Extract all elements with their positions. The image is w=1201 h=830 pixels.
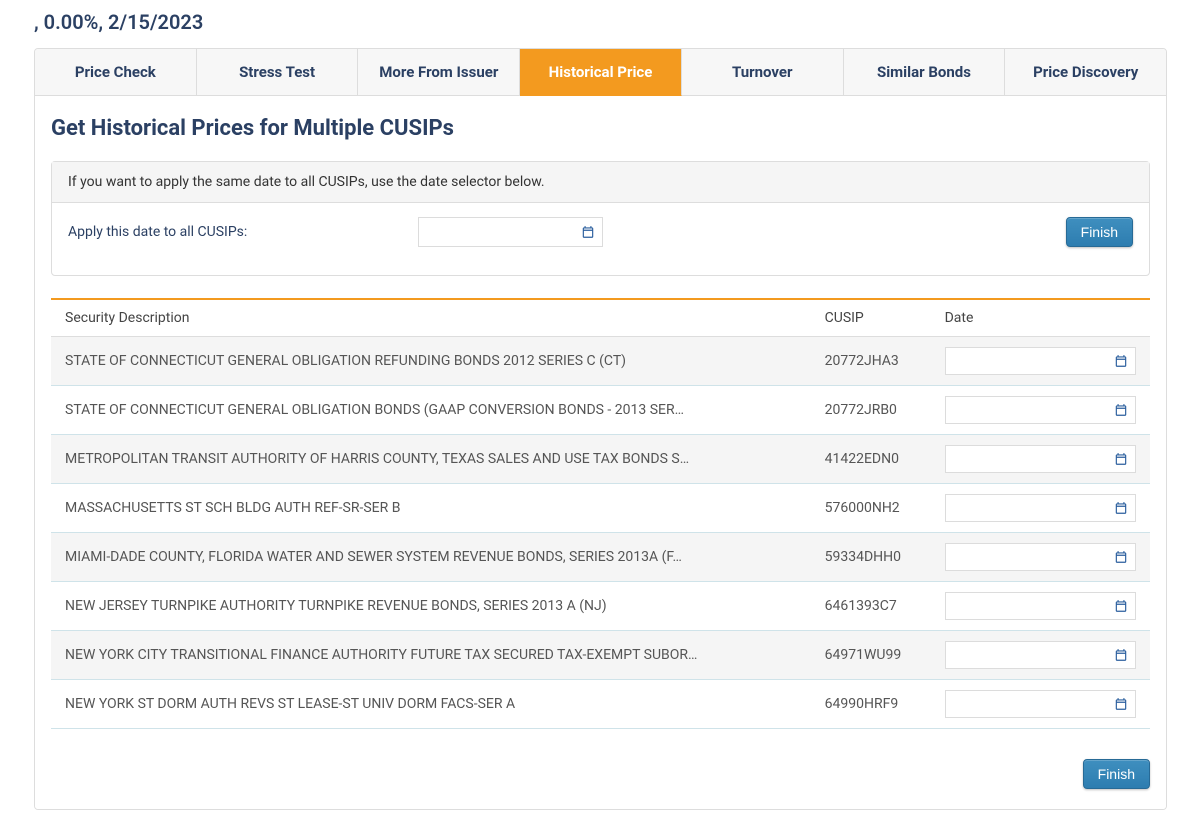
row-date-wrap (945, 592, 1136, 620)
security-description: NEW YORK CITY TRANSITIONAL FINANCE AUTHO… (65, 647, 745, 663)
row-date-wrap (945, 690, 1136, 718)
row-date-input[interactable] (945, 543, 1136, 571)
table-row: STATE OF CONNECTICUT GENERAL OBLIGATION … (51, 337, 1150, 386)
apply-date-label: Apply this date to all CUSIPs: (68, 224, 398, 240)
table-row: NEW YORK ST DORM AUTH REVS ST LEASE-ST U… (51, 680, 1150, 729)
table-row: MIAMI-DADE COUNTY, FLORIDA WATER AND SEW… (51, 533, 1150, 582)
table-row: METROPOLITAN TRANSIT AUTHORITY OF HARRIS… (51, 435, 1150, 484)
apply-date-panel: If you want to apply the same date to al… (51, 161, 1150, 276)
security-description: METROPOLITAN TRANSIT AUTHORITY OF HARRIS… (65, 451, 745, 467)
tab-price-discovery[interactable]: Price Discovery (1005, 49, 1166, 96)
tab-stress-test[interactable]: Stress Test (197, 49, 359, 96)
row-date-wrap (945, 445, 1136, 473)
page-title: , 0.00%, 2/15/2023 (34, 10, 1167, 34)
cusip-value: 20772JRB0 (811, 386, 931, 435)
row-date-wrap (945, 396, 1136, 424)
row-date-input[interactable] (945, 347, 1136, 375)
security-description: MASSACHUSETTS ST SCH BLDG AUTH REF-SR-SE… (65, 500, 745, 516)
row-date-input[interactable] (945, 445, 1136, 473)
row-date-input[interactable] (945, 396, 1136, 424)
tab-body-historical-price: Get Historical Prices for Multiple CUSIP… (35, 96, 1166, 809)
cusip-table: Security Description CUSIP Date STATE OF… (51, 298, 1150, 729)
cusip-value: 64990HRF9 (811, 680, 931, 729)
apply-date-input-wrap (418, 217, 603, 247)
security-description: STATE OF CONNECTICUT GENERAL OBLIGATION … (65, 402, 745, 418)
tab-historical-price[interactable]: Historical Price (520, 49, 682, 96)
table-row: NEW JERSEY TURNPIKE AUTHORITY TURNPIKE R… (51, 582, 1150, 631)
security-description: STATE OF CONNECTICUT GENERAL OBLIGATION … (65, 353, 745, 369)
section-title: Get Historical Prices for Multiple CUSIP… (51, 116, 1150, 141)
row-date-wrap (945, 641, 1136, 669)
tab-price-check[interactable]: Price Check (35, 49, 197, 96)
col-header-date: Date (931, 299, 1150, 337)
row-date-wrap (945, 494, 1136, 522)
finish-button-top[interactable]: Finish (1066, 217, 1133, 247)
finish-button-bottom[interactable]: Finish (1083, 759, 1150, 789)
row-date-input[interactable] (945, 690, 1136, 718)
apply-date-panel-header: If you want to apply the same date to al… (52, 162, 1149, 203)
cusip-value: 59334DHH0 (811, 533, 931, 582)
tab-turnover[interactable]: Turnover (682, 49, 844, 96)
row-date-input[interactable] (945, 641, 1136, 669)
col-header-description: Security Description (51, 299, 811, 337)
cusip-value: 20772JHA3 (811, 337, 931, 386)
row-date-input[interactable] (945, 494, 1136, 522)
tab-similar-bonds[interactable]: Similar Bonds (844, 49, 1006, 96)
tab-panel: Price CheckStress TestMore From IssuerHi… (34, 48, 1167, 810)
cusip-value: 64971WU99 (811, 631, 931, 680)
table-row: MASSACHUSETTS ST SCH BLDG AUTH REF-SR-SE… (51, 484, 1150, 533)
cusip-value: 576000NH2 (811, 484, 931, 533)
cusip-value: 6461393C7 (811, 582, 931, 631)
row-date-wrap (945, 543, 1136, 571)
row-date-wrap (945, 347, 1136, 375)
table-row: NEW YORK CITY TRANSITIONAL FINANCE AUTHO… (51, 631, 1150, 680)
table-row: STATE OF CONNECTICUT GENERAL OBLIGATION … (51, 386, 1150, 435)
security-description: NEW JERSEY TURNPIKE AUTHORITY TURNPIKE R… (65, 598, 745, 614)
tab-row: Price CheckStress TestMore From IssuerHi… (35, 49, 1166, 96)
col-header-cusip: CUSIP (811, 299, 931, 337)
tab-more-from-issuer[interactable]: More From Issuer (358, 49, 520, 96)
apply-date-input[interactable] (418, 217, 603, 247)
row-date-input[interactable] (945, 592, 1136, 620)
security-description: MIAMI-DADE COUNTY, FLORIDA WATER AND SEW… (65, 549, 745, 565)
security-description: NEW YORK ST DORM AUTH REVS ST LEASE-ST U… (65, 696, 745, 712)
cusip-value: 41422EDN0 (811, 435, 931, 484)
